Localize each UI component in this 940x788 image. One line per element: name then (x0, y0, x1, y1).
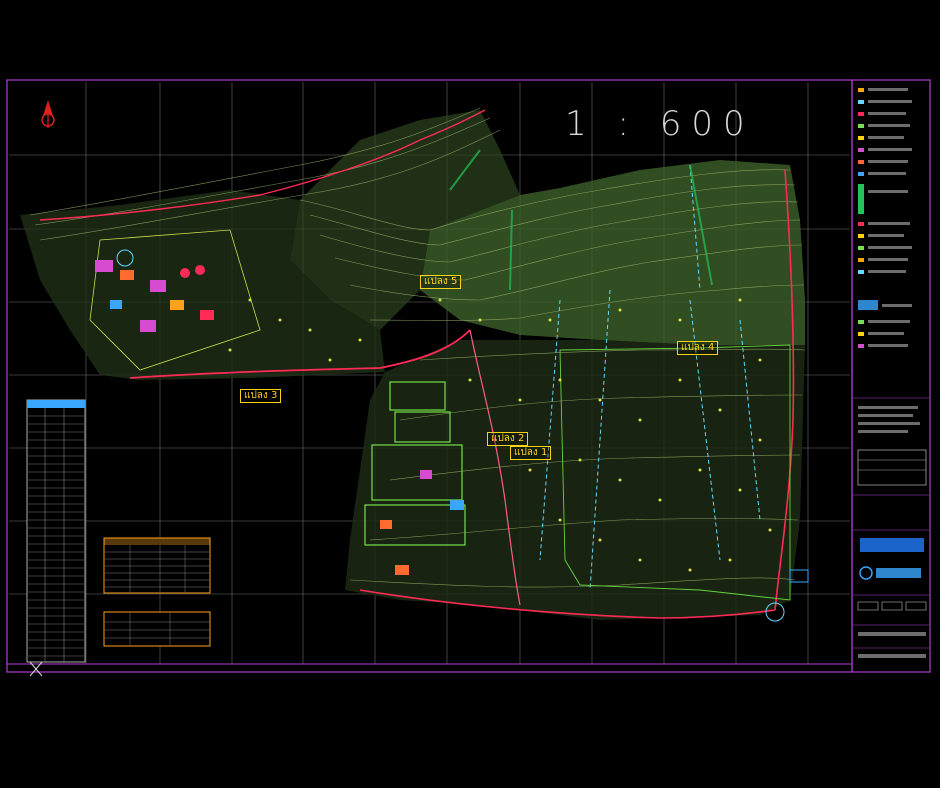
area-table-2 (103, 611, 211, 647)
north-arrow-icon (41, 100, 55, 128)
cad-site-plan (6, 79, 931, 677)
coordinate-table (26, 399, 86, 663)
zone-label-4: แปลง 4 (677, 341, 719, 355)
zone-label-2: แปลง 2 (487, 432, 529, 446)
signature-block (857, 601, 927, 658)
drawing-scale: 1 : 600 (565, 104, 755, 144)
zone-label-3: แปลง 3 (240, 389, 282, 403)
legend-block (853, 88, 929, 658)
title-block-frame (851, 79, 931, 673)
legend-symbols (858, 88, 912, 348)
company-logo-block (859, 538, 924, 580)
zone-label-1: แปลง 1 (510, 446, 552, 460)
zone-label-5: แปลง 5 (420, 275, 462, 289)
area-table-1 (103, 537, 211, 594)
notes-block (857, 406, 927, 486)
